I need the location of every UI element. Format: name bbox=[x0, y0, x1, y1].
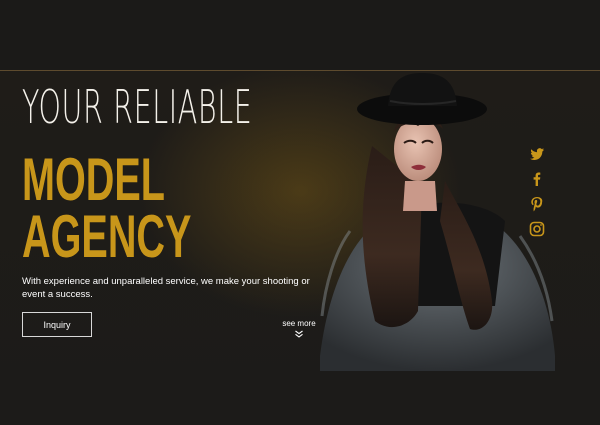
inquiry-button[interactable]: Inquiry bbox=[22, 312, 92, 337]
headline-your-reliable: YOUR RELIABLE bbox=[22, 80, 253, 134]
double-chevron-down-icon bbox=[295, 330, 303, 338]
model-portrait bbox=[320, 73, 555, 371]
hero-tagline: With experience and unparalleled service… bbox=[22, 276, 310, 300]
headline-agency: AGENCY bbox=[22, 203, 192, 270]
top-bar bbox=[0, 0, 600, 70]
facebook-icon[interactable] bbox=[528, 170, 546, 188]
instagram-icon[interactable] bbox=[528, 220, 546, 238]
twitter-icon[interactable] bbox=[528, 145, 546, 163]
pinterest-icon[interactable] bbox=[528, 195, 546, 213]
headline-model: MODEL bbox=[22, 146, 165, 213]
